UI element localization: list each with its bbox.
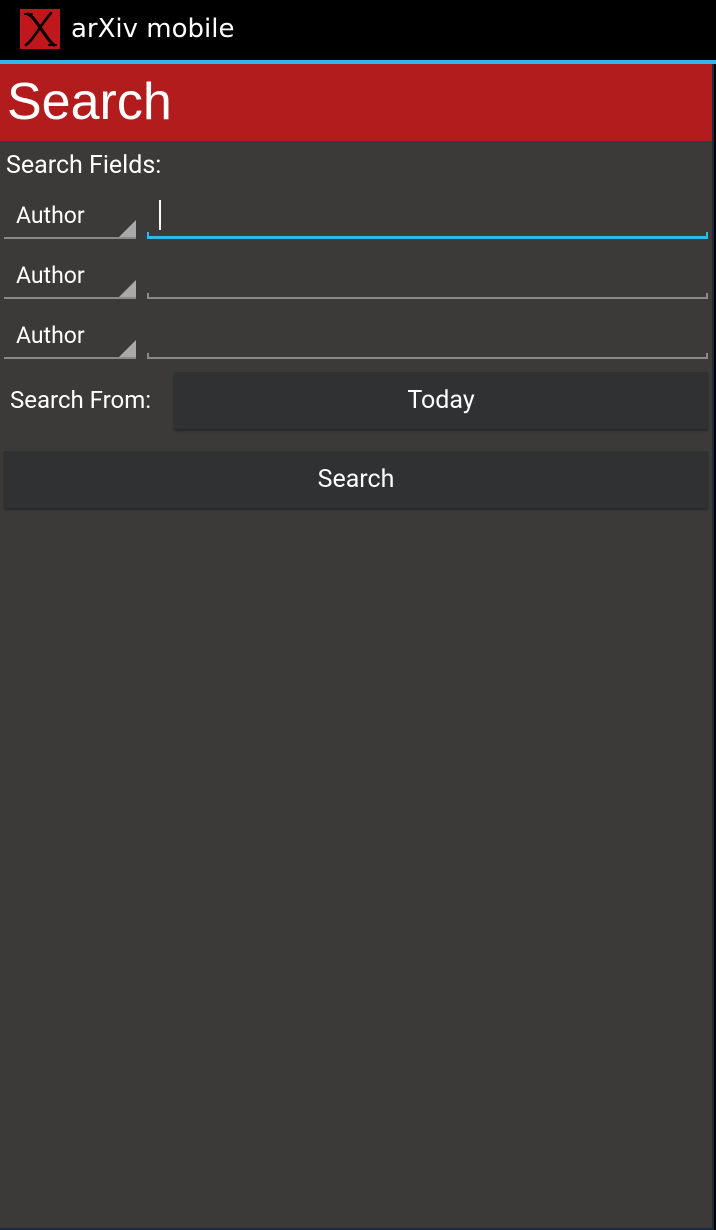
screen: arXiv mobile Search Search Fields: Autho…: [0, 0, 716, 1230]
page-title: Search: [7, 73, 172, 131]
search-term-input-1[interactable]: [147, 197, 708, 239]
spinner-corner-arrow-icon: [119, 340, 136, 357]
field-type-label: Author: [16, 262, 85, 289]
search-term-input-3[interactable]: [147, 317, 708, 359]
search-field-row-2: Author: [0, 249, 712, 303]
search-from-date-button[interactable]: Today: [174, 372, 708, 429]
header-banner: Search: [0, 64, 712, 141]
action-bar: arXiv mobile: [0, 0, 716, 60]
spinner-corner-arrow-icon: [119, 280, 136, 297]
search-button[interactable]: Search: [4, 451, 708, 508]
field-type-spinner-3[interactable]: Author: [4, 317, 136, 359]
app-title: arXiv mobile: [71, 14, 235, 44]
search-from-label: Search From:: [10, 386, 152, 414]
search-term-input-2[interactable]: [147, 257, 708, 299]
search-fields-label: Search Fields:: [6, 151, 162, 180]
field-type-spinner-2[interactable]: Author: [4, 257, 136, 299]
search-field-row-1: Author: [0, 189, 712, 243]
arxiv-x-logo-icon: [20, 9, 60, 49]
search-screen-content: Search Search Fields: Author Author Auth…: [0, 64, 714, 1230]
spinner-corner-arrow-icon: [119, 220, 136, 237]
field-type-label: Author: [16, 202, 85, 229]
text-cursor: [159, 200, 161, 230]
field-type-label: Author: [16, 322, 85, 349]
field-type-spinner-1[interactable]: Author: [4, 197, 136, 239]
search-field-row-3: Author: [0, 309, 712, 363]
